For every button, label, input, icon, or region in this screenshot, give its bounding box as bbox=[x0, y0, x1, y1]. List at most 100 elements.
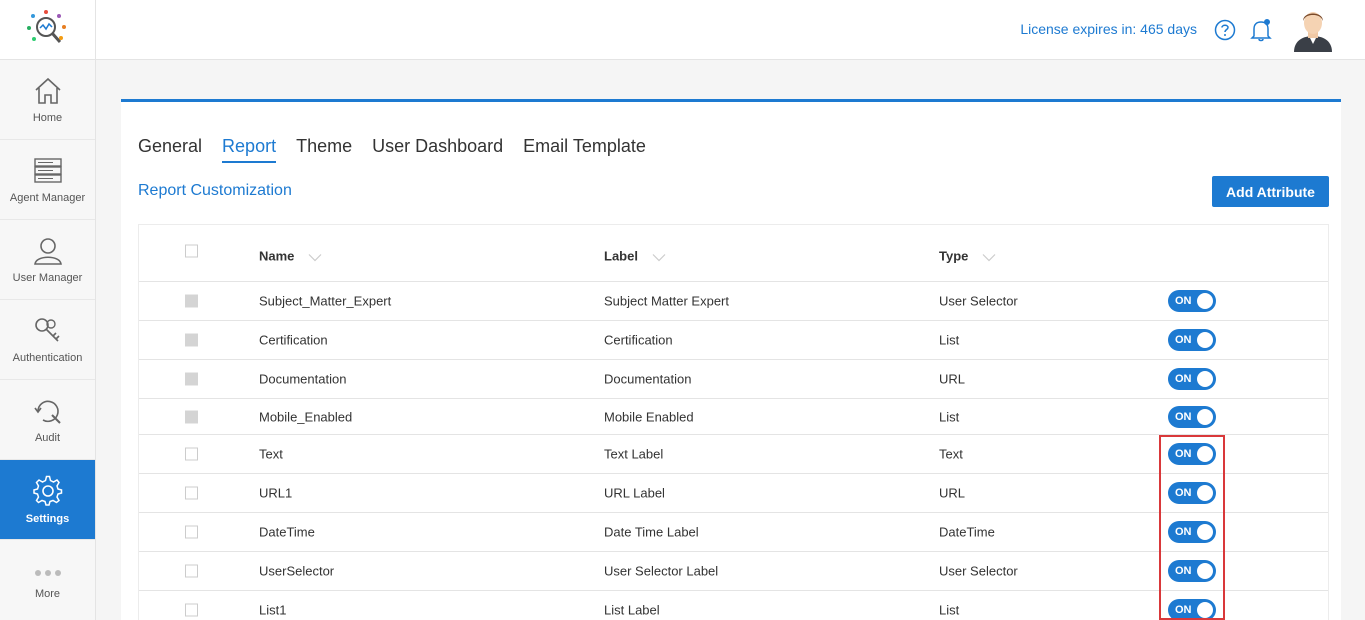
toggle-state: ON bbox=[1175, 526, 1192, 538]
nav-audit[interactable]: Audit bbox=[0, 380, 95, 460]
nav-user-manager-label: User Manager bbox=[12, 271, 83, 284]
toggle-state: ON bbox=[1175, 373, 1192, 385]
row-type: User Selector bbox=[939, 563, 1018, 579]
row-name: Documentation bbox=[259, 371, 347, 387]
row-name: URL1 bbox=[259, 485, 293, 501]
row-label: URL Label bbox=[604, 485, 665, 501]
row-type: URL bbox=[939, 485, 966, 501]
row-type: DateTime bbox=[939, 524, 995, 540]
nav-home[interactable]: Home bbox=[0, 60, 95, 140]
select-all-checkbox[interactable] bbox=[185, 244, 198, 258]
nav-user-manager[interactable]: User Manager bbox=[0, 220, 95, 300]
section-title: Report Customization bbox=[138, 182, 292, 199]
table-row: DateTime Date Time Label DateTime ON bbox=[139, 513, 1328, 552]
nav-authentication[interactable]: Authentication bbox=[0, 300, 95, 380]
tab-report[interactable]: Report bbox=[222, 136, 277, 163]
toggle-state: ON bbox=[1175, 295, 1192, 307]
row-toggle[interactable]: ON bbox=[1168, 368, 1216, 390]
row-label: User Selector Label bbox=[604, 563, 719, 579]
chevron-down-icon bbox=[982, 253, 996, 261]
column-header-type-label: Type bbox=[939, 248, 969, 264]
tab-email-template[interactable]: Email Template bbox=[523, 136, 646, 163]
nav-settings-label: Settings bbox=[25, 512, 70, 525]
bell-icon[interactable] bbox=[1249, 18, 1273, 42]
row-name: Certification bbox=[259, 332, 328, 348]
user-icon bbox=[33, 237, 62, 265]
row-name: Subject_Matter_Expert bbox=[259, 293, 392, 309]
top-header: License expires in: 465 days bbox=[96, 0, 1365, 60]
row-checkbox[interactable] bbox=[185, 525, 198, 539]
audit-icon bbox=[33, 400, 61, 424]
row-type: List bbox=[939, 409, 960, 424]
toggle-state: ON bbox=[1175, 604, 1192, 616]
row-checkbox[interactable] bbox=[185, 333, 198, 347]
row-type: Text bbox=[939, 446, 963, 462]
column-header-name-label: Name bbox=[259, 248, 295, 264]
row-type: URL bbox=[939, 371, 966, 387]
toggle-state: ON bbox=[1175, 448, 1192, 460]
row-checkbox[interactable] bbox=[185, 372, 198, 386]
chevron-down-icon bbox=[652, 253, 666, 261]
table-row: URL1 URL Label URL ON bbox=[139, 474, 1328, 513]
row-checkbox[interactable] bbox=[185, 603, 198, 617]
sidebar: Home Agent Manager User Manager Authenti… bbox=[0, 0, 96, 620]
settings-tabs: General Report Theme User Dashboard Emai… bbox=[138, 136, 666, 163]
toggle-state: ON bbox=[1175, 487, 1192, 499]
add-attribute-button[interactable]: Add Attribute bbox=[1212, 176, 1329, 207]
toggle-state: ON bbox=[1175, 334, 1192, 346]
table-row: Text Text Label Text ON bbox=[139, 435, 1328, 474]
row-toggle[interactable]: ON bbox=[1168, 290, 1216, 312]
nav-agent-manager-label: Agent Manager bbox=[9, 191, 86, 204]
row-toggle[interactable]: ON bbox=[1168, 443, 1216, 465]
row-toggle[interactable]: ON bbox=[1168, 482, 1216, 504]
row-label: Documentation bbox=[604, 371, 692, 387]
logo-icon bbox=[26, 9, 66, 43]
app-logo[interactable] bbox=[0, 0, 95, 60]
table-row: Subject_Matter_Expert Subject Matter Expe… bbox=[139, 282, 1328, 321]
row-label: Date Time Label bbox=[604, 524, 699, 540]
agent-manager-icon bbox=[33, 157, 62, 183]
toggle-state: ON bbox=[1175, 565, 1192, 577]
nav-more[interactable]: More bbox=[0, 540, 95, 620]
column-header-label-label: Label bbox=[604, 248, 638, 264]
row-name: UserSelector bbox=[259, 563, 335, 579]
attributes-table: Name Label Type Subject_Matter_Expert Sub… bbox=[138, 224, 1329, 620]
tab-user-dashboard[interactable]: User Dashboard bbox=[372, 136, 503, 163]
column-header-name[interactable]: Name bbox=[259, 249, 322, 264]
column-header-type[interactable]: Type bbox=[939, 249, 996, 264]
gear-icon bbox=[32, 475, 62, 506]
row-type: List bbox=[939, 602, 960, 618]
row-checkbox[interactable] bbox=[185, 564, 198, 578]
row-label: Mobile Enabled bbox=[604, 409, 694, 424]
column-header-label[interactable]: Label bbox=[604, 249, 666, 264]
row-name: Mobile_Enabled bbox=[259, 409, 353, 424]
row-label: List Label bbox=[604, 602, 660, 618]
help-icon[interactable] bbox=[1214, 19, 1236, 41]
row-label: Subject Matter Expert bbox=[604, 293, 729, 309]
table-row: Certification Certification List ON bbox=[139, 321, 1328, 360]
settings-card: General Report Theme User Dashboard Emai… bbox=[121, 99, 1341, 620]
row-type: User Selector bbox=[939, 293, 1018, 309]
nav-authentication-label: Authentication bbox=[12, 351, 83, 364]
tab-theme[interactable]: Theme bbox=[296, 136, 352, 163]
row-toggle[interactable]: ON bbox=[1168, 521, 1216, 543]
nav-home-label: Home bbox=[32, 111, 63, 124]
more-icon bbox=[34, 570, 61, 576]
row-toggle[interactable]: ON bbox=[1168, 329, 1216, 351]
row-toggle[interactable]: ON bbox=[1168, 599, 1216, 620]
row-toggle[interactable]: ON bbox=[1168, 405, 1216, 428]
row-label: Text Label bbox=[604, 446, 664, 462]
row-name: DateTime bbox=[259, 524, 315, 540]
nav-settings[interactable]: Settings bbox=[0, 460, 95, 540]
table-row: List1 List Label List ON bbox=[139, 591, 1328, 620]
row-checkbox[interactable] bbox=[185, 486, 198, 500]
avatar[interactable] bbox=[1290, 6, 1336, 52]
tab-general[interactable]: General bbox=[138, 136, 202, 163]
table-header: Name Label Type bbox=[139, 225, 1328, 282]
row-toggle[interactable]: ON bbox=[1168, 560, 1216, 582]
nav-agent-manager[interactable]: Agent Manager bbox=[0, 140, 95, 220]
toggle-state: ON bbox=[1175, 410, 1192, 423]
row-checkbox[interactable] bbox=[185, 410, 198, 423]
row-checkbox[interactable] bbox=[185, 294, 198, 308]
row-checkbox[interactable] bbox=[185, 447, 198, 461]
